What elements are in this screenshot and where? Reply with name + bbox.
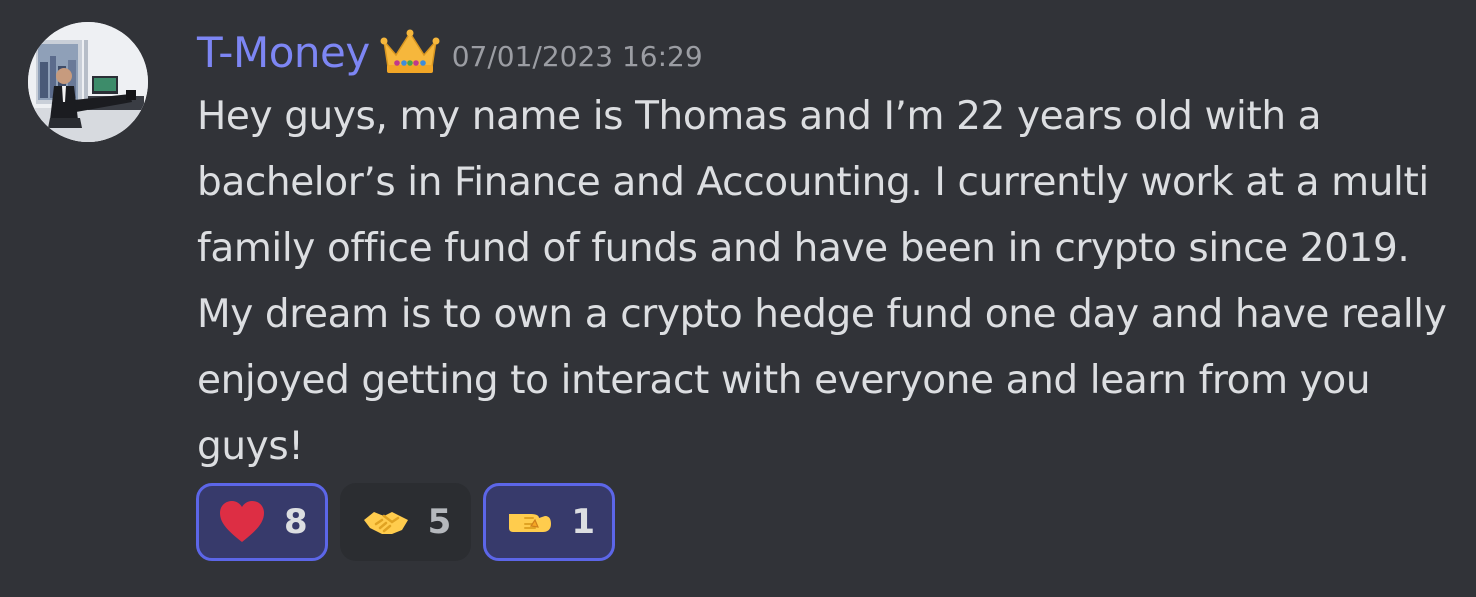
reaction-count: 8 xyxy=(284,502,308,542)
message-content: Hey guys, my name is Thomas and I’m 22 y… xyxy=(197,94,1447,469)
reactions-bar: 8 5 1 xyxy=(196,483,616,561)
reaction-count: 5 xyxy=(427,502,452,542)
reaction-handshake[interactable]: 5 xyxy=(339,483,472,561)
crown-icon xyxy=(380,27,440,77)
heart-icon xyxy=(218,500,266,544)
username[interactable]: T-Money xyxy=(197,28,370,77)
reaction-count: 1 xyxy=(571,502,596,542)
chat-message: T-Money 07/01/2023 16:29 Hey guys, my na… xyxy=(0,0,1476,597)
message-header: T-Money 07/01/2023 16:29 xyxy=(197,24,703,80)
avatar[interactable] xyxy=(28,22,148,142)
handshake-icon xyxy=(362,500,410,544)
fist-bump-icon xyxy=(505,500,553,544)
reaction-heart[interactable]: 8 xyxy=(196,483,328,561)
timestamp: 07/01/2023 16:29 xyxy=(451,39,703,73)
reaction-fist-bump[interactable]: 1 xyxy=(483,483,616,561)
